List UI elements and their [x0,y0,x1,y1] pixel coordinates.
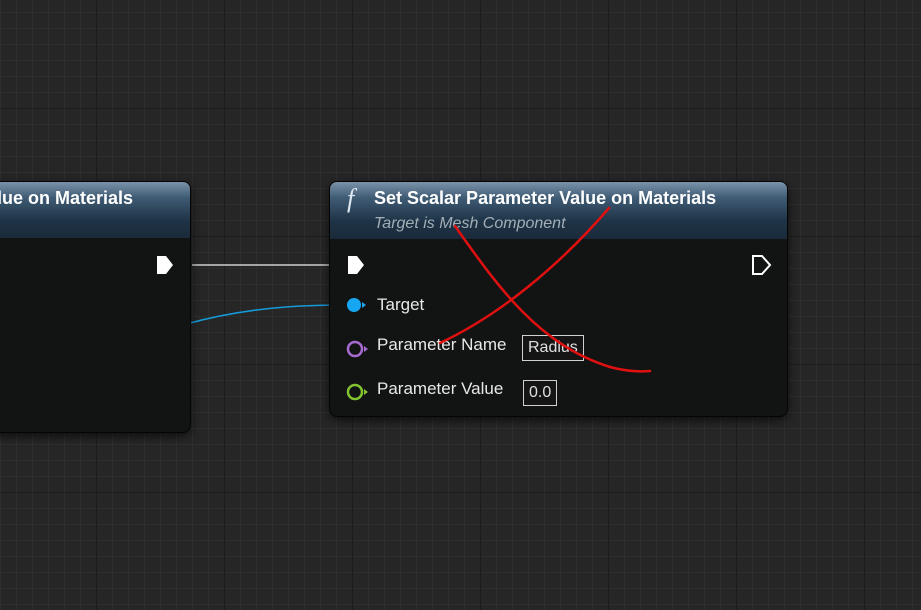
strike-annotation [438,206,652,373]
strike-line-2 [453,224,652,373]
strike-line-1 [438,206,611,345]
